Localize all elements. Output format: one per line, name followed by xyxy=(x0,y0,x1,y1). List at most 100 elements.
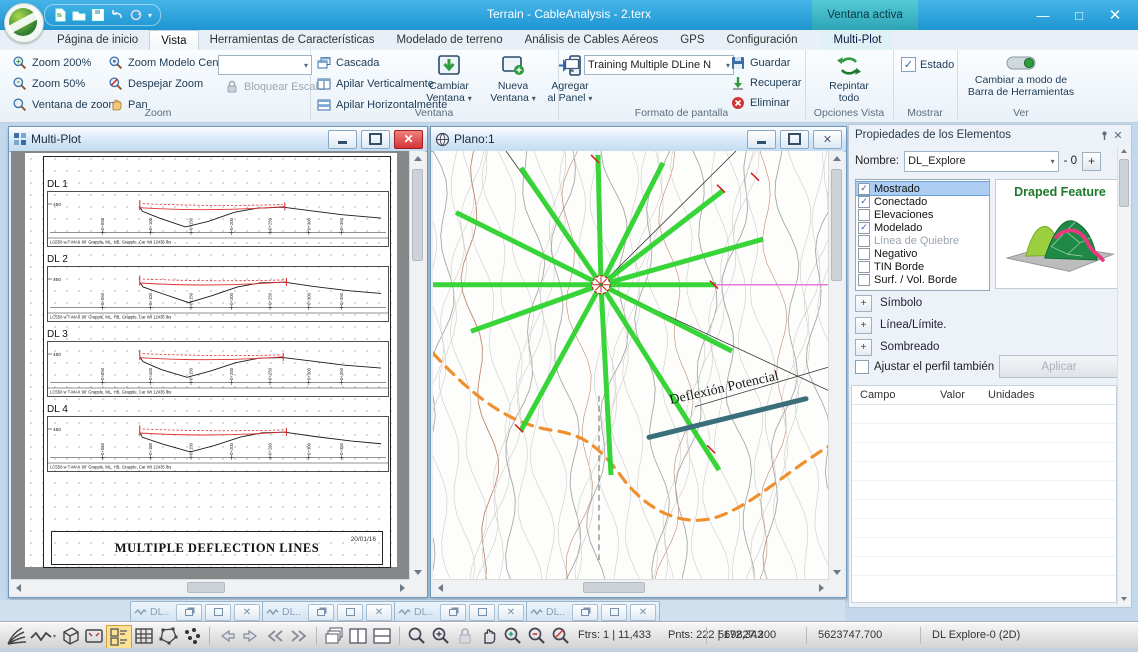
zoom-200-button[interactable]: + Zoom 200% xyxy=(10,54,120,72)
flag-tin-borde[interactable]: TIN Borde xyxy=(856,260,989,273)
minimized-window-dl1[interactable]: DL.. ✕ xyxy=(130,601,264,623)
scroll-left-icon[interactable] xyxy=(433,580,448,595)
close-icon[interactable]: ✕ xyxy=(630,604,656,621)
expander-linea-limite[interactable]: + Línea/Límite. xyxy=(855,315,1121,335)
multiplot-canvas[interactable]: DL 10+0500+1000+1500+2000+2500+3000+3504… xyxy=(11,151,425,595)
scroll-right-icon[interactable] xyxy=(395,580,410,595)
last-feature-icon[interactable] xyxy=(287,625,311,647)
format-recall-button[interactable]: Recuperar xyxy=(728,74,803,92)
zoom-50-button[interactable]: - Zoom 50% xyxy=(10,75,120,93)
toolbar-mode-button[interactable]: Cambiar a modo deBarra de Herramientas xyxy=(965,54,1077,108)
zoom-extents-tool-icon[interactable] xyxy=(429,625,453,647)
plano-restore-button[interactable] xyxy=(780,130,809,149)
first-feature-icon[interactable] xyxy=(263,625,287,647)
plano-titlebar[interactable]: Plano:1 ✕ xyxy=(431,127,846,152)
multiplot-minimize-button[interactable] xyxy=(328,130,357,149)
apply-button[interactable]: Aplicar xyxy=(999,355,1119,378)
expand-plus-icon[interactable]: + xyxy=(855,295,872,312)
format-save-button[interactable]: Guardar xyxy=(728,54,803,72)
scroll-right-icon[interactable] xyxy=(814,580,829,595)
repaint-all-button[interactable]: Repintartodo xyxy=(818,54,880,108)
restore-icon[interactable] xyxy=(308,604,334,621)
maximize-icon[interactable] xyxy=(337,604,363,621)
plano-vscrollbar[interactable] xyxy=(828,151,844,595)
tab-modelado[interactable]: Modelado de terreno xyxy=(385,30,513,50)
new-window-button[interactable]: NuevaVentana ▾ xyxy=(482,54,544,108)
flag-surf-vol-borde[interactable]: Surf. / Vol. Borde xyxy=(856,273,989,286)
app-maximize-button[interactable]: □ xyxy=(1062,4,1096,26)
app-close-button[interactable]: ✕ xyxy=(1098,4,1132,26)
scroll-down-icon[interactable] xyxy=(410,565,425,580)
minimized-window-dl3[interactable]: DL.. ✕ xyxy=(394,601,528,623)
polygon-select-icon[interactable] xyxy=(156,625,180,647)
panel-vscrollbar[interactable] xyxy=(1117,147,1130,605)
zoom-lock-tool-icon[interactable] xyxy=(453,625,477,647)
maximize-icon[interactable] xyxy=(469,604,495,621)
cube-3d-icon[interactable] xyxy=(58,625,82,647)
estado-checkbox[interactable]: ✓ Estado xyxy=(899,56,956,73)
zoom-clear-tool-icon[interactable] xyxy=(549,625,573,647)
expander-sombreado[interactable]: + Sombreado xyxy=(855,337,1121,357)
close-icon[interactable]: ✕ xyxy=(234,604,260,621)
restore-icon[interactable] xyxy=(176,604,202,621)
cascade-windows-icon[interactable] xyxy=(322,625,346,647)
scroll-up-icon[interactable] xyxy=(410,151,425,166)
scroll-up-icon[interactable] xyxy=(1118,145,1130,157)
map-canvas[interactable]: Deflexión Potencial xyxy=(433,151,844,595)
switch-window-button[interactable]: CambiarVentana ▾ xyxy=(418,54,480,108)
tab-vista[interactable]: Vista xyxy=(149,30,198,50)
plan-view-icon[interactable] xyxy=(82,625,106,647)
expander-simbolo[interactable]: + Símbolo xyxy=(855,293,1121,313)
scroll-down-icon[interactable] xyxy=(1118,593,1130,605)
expand-plus-icon[interactable]: + xyxy=(855,317,872,334)
flag-negativo[interactable]: Negativo xyxy=(856,247,989,260)
flag-elevaciones[interactable]: Elevaciones xyxy=(856,208,989,221)
tab-pagina-de-inicio[interactable]: Página de inicio xyxy=(46,30,149,50)
restore-icon[interactable] xyxy=(572,604,598,621)
tab-multi-plot[interactable]: Multi-Plot xyxy=(822,30,892,50)
tile-vertical-windows-icon[interactable] xyxy=(346,625,370,647)
app-logo[interactable] xyxy=(4,3,44,43)
tab-analisis-cables[interactable]: Análisis de Cables Aéreos xyxy=(514,30,670,50)
tab-gps[interactable]: GPS xyxy=(669,30,715,50)
table-grid-icon[interactable] xyxy=(132,625,156,647)
flag-mostrado[interactable]: ✓Mostrado xyxy=(856,182,989,195)
points-icon[interactable] xyxy=(180,625,204,647)
scroll-left-icon[interactable] xyxy=(11,580,26,595)
pin-icon[interactable] xyxy=(1097,128,1111,142)
restore-icon[interactable] xyxy=(440,604,466,621)
zoom-in-tool-icon[interactable] xyxy=(501,625,525,647)
tab-herramientas[interactable]: Herramientas de Características xyxy=(199,30,386,50)
plano-close-button[interactable]: ✕ xyxy=(813,130,842,149)
maximize-icon[interactable] xyxy=(205,604,231,621)
screen-format-combo[interactable]: Training Multiple DLine N▾ xyxy=(584,55,734,75)
next-feature-icon[interactable] xyxy=(239,625,263,647)
scale-combo[interactable]: ▾ xyxy=(218,55,312,75)
scroll-up-icon[interactable] xyxy=(829,151,844,166)
minimized-window-dl2[interactable]: DL.. ✕ xyxy=(262,601,396,623)
multiplot-close-button[interactable]: ✕ xyxy=(394,130,423,149)
multiplot-titlebar[interactable]: Multi-Plot ✕ xyxy=(9,127,427,152)
app-minimize-button[interactable]: — xyxy=(1026,4,1060,26)
prev-feature-icon[interactable] xyxy=(215,625,239,647)
flag-conectado[interactable]: ✓Conectado xyxy=(856,195,989,208)
multiplot-restore-button[interactable] xyxy=(361,130,390,149)
add-element-button[interactable]: + xyxy=(1082,152,1101,171)
scroll-down-icon[interactable] xyxy=(829,565,844,580)
tile-horizontal-windows-icon[interactable] xyxy=(370,625,394,647)
profile-line-icon[interactable] xyxy=(28,625,58,647)
close-icon[interactable]: ✕ xyxy=(498,604,524,621)
panel-close-icon[interactable]: ✕ xyxy=(1111,128,1125,142)
expand-plus-icon[interactable]: + xyxy=(855,339,872,356)
close-icon[interactable]: ✕ xyxy=(366,604,392,621)
maximize-icon[interactable] xyxy=(601,604,627,621)
pan-tool-icon[interactable] xyxy=(477,625,501,647)
multiplot-view-icon[interactable] xyxy=(106,625,132,649)
multiplot-vscrollbar[interactable] xyxy=(409,151,425,595)
tab-configuracion[interactable]: Configuración xyxy=(716,30,809,50)
plano-minimize-button[interactable] xyxy=(747,130,776,149)
multiplot-hscrollbar[interactable] xyxy=(11,579,410,595)
minimized-window-dl4[interactable]: DL.. ✕ xyxy=(526,601,660,623)
zoom-out-tool-icon[interactable] xyxy=(525,625,549,647)
plano-hscrollbar[interactable] xyxy=(433,579,829,595)
